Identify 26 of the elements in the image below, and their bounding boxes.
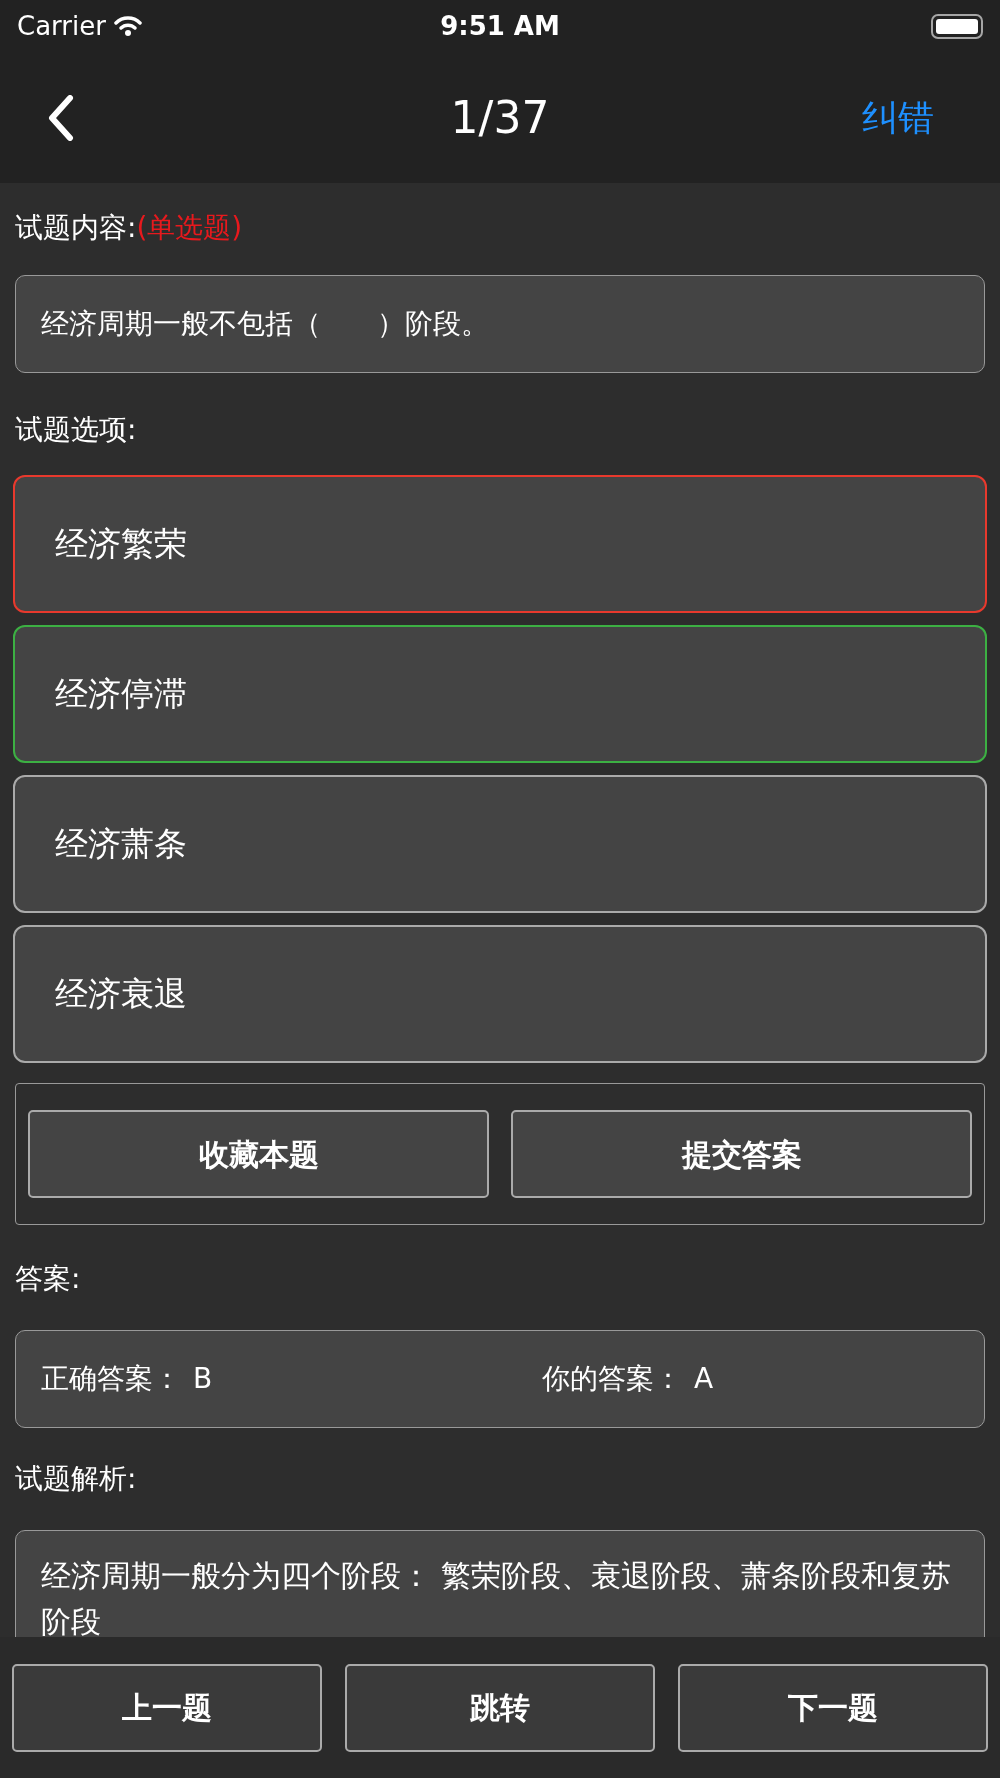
analysis-text: 经济周期一般分为四个阶段： 繁荣阶段、衰退阶段、萧条阶段和复苏阶段: [41, 1557, 952, 1641]
question-type: (单选题): [136, 210, 243, 246]
nav-button[interactable]: 下一题: [678, 1663, 988, 1752]
section-label: 试题选项:: [15, 412, 138, 448]
action-button[interactable]: 收藏本题: [28, 1110, 489, 1198]
report-error-button[interactable]: 纠错: [862, 90, 934, 145]
option-item[interactable]: 经济停滞: [13, 625, 987, 763]
option-item[interactable]: 经济衰退: [13, 925, 987, 1063]
answer-label: 正确答案：: [41, 1361, 181, 1397]
option-item[interactable]: 经济繁荣: [13, 475, 987, 613]
battery-icon: [931, 13, 983, 39]
nav-button[interactable]: 跳转: [345, 1663, 655, 1752]
answer-value: A: [694, 1361, 714, 1397]
option-item[interactable]: 经济萧条: [13, 775, 987, 913]
page-title: 1/37: [450, 90, 550, 145]
answer-label: 你的答案：: [542, 1361, 682, 1397]
question-text: 经济周期一般不包括（ ）阶段。: [15, 275, 985, 373]
nav-button[interactable]: 上一题: [12, 1663, 322, 1752]
section-label: 答案:: [15, 1261, 82, 1297]
answer-value: B: [193, 1361, 213, 1397]
section-label: 试题解析:: [15, 1461, 138, 1497]
wifi-icon: [113, 15, 142, 37]
section-label: 试题内容:: [15, 210, 137, 246]
status-time: 9:51 AM: [440, 9, 560, 43]
action-button[interactable]: 提交答案: [511, 1110, 972, 1198]
carrier-name: Carrier: [17, 9, 106, 43]
